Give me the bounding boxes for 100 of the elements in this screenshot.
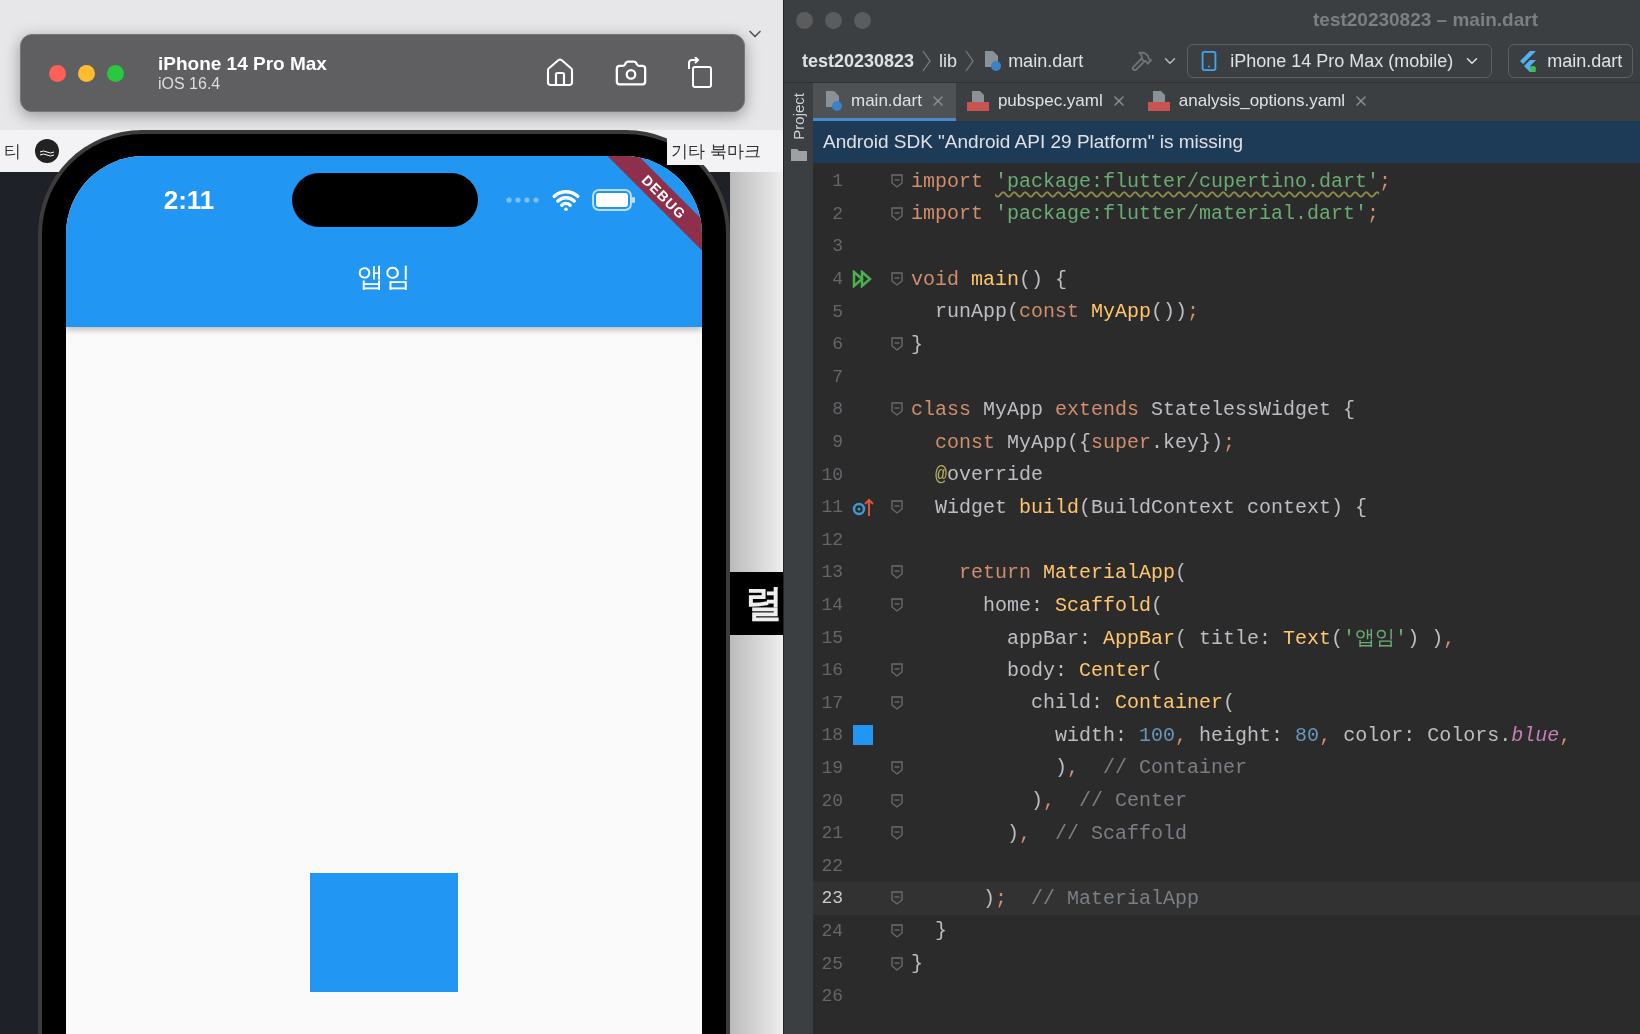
minimize-icon[interactable] <box>78 64 95 82</box>
status-time: 2:11 <box>162 184 216 216</box>
line-number: 6 <box>831 334 843 355</box>
editor-tab[interactable]: analysis_options.yaml <box>1136 83 1380 121</box>
close-icon[interactable] <box>49 64 66 82</box>
line-number: 4 <box>831 269 843 290</box>
line-number: 12 <box>820 529 843 550</box>
chevron-right-icon <box>922 50 932 72</box>
override-icon[interactable] <box>852 497 874 518</box>
device-name: iPhone 14 Pro Max <box>158 53 327 75</box>
dart-file-icon <box>823 89 843 112</box>
line-number: 14 <box>820 595 843 615</box>
code-line: const MyApp({super.key}); <box>934 430 1236 454</box>
code-line: return MaterialApp( <box>958 560 1188 584</box>
device-dropdown[interactable]: iPhone 14 Pro Max (mobile) <box>1187 44 1493 78</box>
line-number: 11 <box>820 497 843 518</box>
line-number: 13 <box>820 562 843 583</box>
code-line: child: Container( <box>1030 691 1236 715</box>
fold-icon[interactable] <box>891 598 903 612</box>
fold-icon[interactable] <box>891 793 903 808</box>
fold-icon[interactable] <box>891 174 903 189</box>
fold-icon[interactable] <box>891 565 903 580</box>
fold-icon[interactable] <box>891 923 903 938</box>
code-line: @override <box>934 463 1044 487</box>
fold-icon[interactable] <box>891 272 903 287</box>
line-number: 7 <box>831 366 843 387</box>
yaml-file-icon <box>965 89 990 112</box>
line-number: 22 <box>820 855 843 876</box>
zoom-icon[interactable] <box>854 11 871 29</box>
fold-icon[interactable] <box>891 206 903 221</box>
fold-icon[interactable] <box>891 695 903 710</box>
fold-icon[interactable] <box>891 663 903 678</box>
breadcrumb[interactable]: test20230823 <box>802 50 915 72</box>
line-number: 3 <box>831 236 843 257</box>
fold-icon[interactable] <box>891 337 903 352</box>
window-title: test20230823 – main.dart <box>1313 9 1538 31</box>
fold-icon[interactable] <box>891 500 903 515</box>
code-line: appBar: AppBar( title: Text('앱임') ), <box>1006 626 1456 652</box>
editor-tab[interactable]: pubspec.yaml <box>955 83 1137 121</box>
code-line: Widget build(BuildContext context) { <box>934 495 1368 519</box>
color-swatch-icon[interactable] <box>853 725 873 746</box>
line-number: 5 <box>831 301 843 322</box>
breadcrumb[interactable]: lib <box>939 50 958 72</box>
line-number: 25 <box>820 953 843 974</box>
yaml-file-icon <box>1146 89 1171 112</box>
code-line: ); // MaterialApp <box>982 886 1200 910</box>
minimize-icon[interactable] <box>825 11 842 29</box>
rotate-icon[interactable] <box>686 57 714 89</box>
code-line: width: 100, height: 80, color: Colors.blue, <box>1054 723 1572 747</box>
chevron-right-icon <box>965 50 975 72</box>
line-number: 1 <box>831 171 843 192</box>
line-number: 10 <box>820 464 843 485</box>
fold-icon[interactable] <box>891 826 903 841</box>
line-number: 17 <box>820 692 843 713</box>
run-config-dropdown[interactable]: main.dart <box>1508 44 1634 78</box>
battery-icon <box>592 189 636 211</box>
site-icon[interactable] <box>35 139 59 163</box>
home-icon[interactable] <box>544 57 576 89</box>
editor-tab[interactable]: main.dart <box>813 83 956 121</box>
code-line: class MyApp extends StatelessWidget { <box>911 397 1356 421</box>
line-number: 9 <box>831 432 843 453</box>
hammer-icon[interactable] <box>1131 50 1154 72</box>
fold-icon[interactable] <box>891 956 903 971</box>
breadcrumb[interactable]: main.dart <box>982 50 1084 72</box>
code-line: home: Scaffold( <box>982 593 1164 617</box>
folder-icon[interactable] <box>790 147 807 161</box>
code-line: import 'package:flutter/material.dart'; <box>911 202 1380 226</box>
code-line: import 'package:flutter/cupertino.dart'; <box>911 169 1392 193</box>
line-number: 26 <box>820 986 843 1007</box>
close-icon[interactable] <box>796 11 813 29</box>
fold-icon[interactable] <box>891 891 903 906</box>
fold-icon[interactable] <box>891 402 903 417</box>
line-number: 15 <box>820 627 843 648</box>
line-number: 21 <box>820 823 843 844</box>
line-number: 20 <box>820 790 843 811</box>
line-number: 19 <box>820 758 843 778</box>
code-line: ), // Center <box>1030 789 1188 813</box>
line-number: 2 <box>831 203 843 224</box>
code-line: body: Center( <box>1006 658 1164 682</box>
code-line: } <box>911 332 923 356</box>
code-line: runApp(const MyApp()); <box>934 300 1200 324</box>
fold-icon[interactable] <box>891 761 903 775</box>
code-line: ), // Scaffold <box>1006 821 1188 845</box>
code-line: } <box>911 952 923 976</box>
app-title: 앱임 <box>357 260 411 294</box>
line-number: 24 <box>820 920 843 941</box>
line-number: 16 <box>820 660 843 681</box>
zoom-icon[interactable] <box>107 64 124 82</box>
code-line: } <box>934 919 947 943</box>
project-panel-tab[interactable]: Project <box>790 93 807 140</box>
line-number: 18 <box>820 725 843 746</box>
code-line: ), // Container <box>1054 756 1248 780</box>
line-number: 23 <box>820 888 843 909</box>
code-line: void main() { <box>911 267 1068 291</box>
warning-banner: Android SDK "Android API 29 Platform" is missing <box>813 121 1640 163</box>
os-version: iOS 16.4 <box>158 75 222 93</box>
background-caption: 렬 <box>730 571 783 635</box>
run-icon[interactable] <box>852 270 874 289</box>
dart-file-icon <box>982 50 1003 72</box>
line-number: 8 <box>831 399 843 420</box>
